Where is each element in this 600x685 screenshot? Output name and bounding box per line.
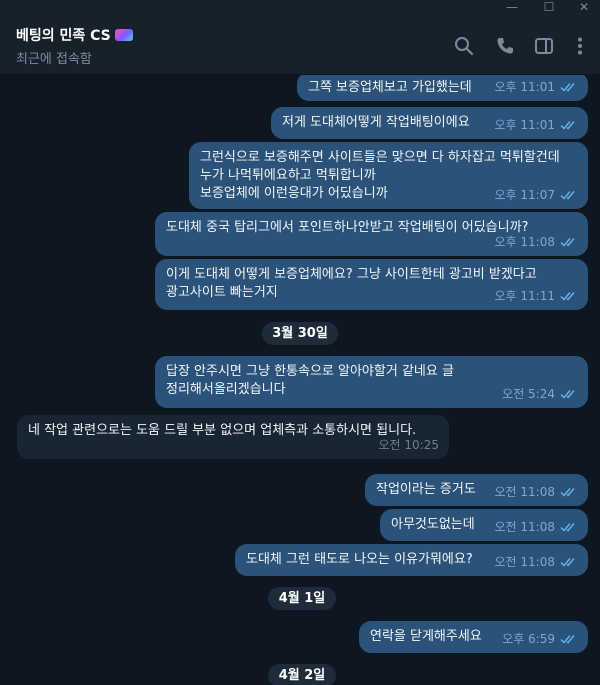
double-check-icon bbox=[560, 83, 575, 92]
message-bubble[interactable]: 도대체 중국 탑리그에서 포인트하나안받고 작업배팅이 어딨습니까? 오후 11… bbox=[155, 212, 588, 256]
message-time: 오후 11:01 bbox=[494, 80, 555, 94]
message-meta: 오후 11:11 bbox=[495, 287, 578, 305]
double-check-icon bbox=[560, 121, 575, 130]
message-meta: 오전 5:24 bbox=[502, 385, 578, 403]
double-check-icon bbox=[560, 238, 575, 247]
message-meta: 오전 10:25 bbox=[379, 436, 439, 454]
message-bubble[interactable]: 도대체 그런 태도로 나오는 이유가뭐에요? 오전 11:08 bbox=[235, 544, 588, 576]
message-text: 네 작업 관련으로는 도움 드릴 부분 없으며 업체측과 소통하시면 됩니다. bbox=[28, 423, 417, 438]
double-check-icon bbox=[560, 191, 575, 200]
message-bubble[interactable]: 네 작업 관련으로는 도움 드릴 부분 없으며 업체측과 소통하시면 됩니다. … bbox=[17, 415, 449, 459]
window-titlebar: — ☐ ✕ bbox=[0, 0, 600, 16]
message-time: 오후 11:01 bbox=[494, 118, 555, 132]
search-icon[interactable] bbox=[453, 35, 475, 57]
double-check-icon bbox=[560, 523, 575, 532]
chat-title[interactable]: 베팅의 민족 CS bbox=[16, 25, 133, 45]
message-time: 오전 11:08 bbox=[494, 520, 555, 534]
chat-status: 최근에 접속함 bbox=[16, 52, 92, 67]
double-check-icon bbox=[560, 635, 575, 644]
phone-icon[interactable] bbox=[494, 35, 516, 57]
chat-title-text: 베팅의 민족 CS bbox=[16, 28, 111, 44]
close-window-button[interactable]: ✕ bbox=[570, 0, 598, 16]
message-list[interactable]: 그쪽 보증업체보고 가입했는데 오후 11:01 저게 도대체어떻게 작업배팅이… bbox=[0, 75, 600, 685]
double-check-icon bbox=[560, 292, 575, 301]
message-bubble[interactable]: 저게 도대체어떻게 작업배팅이에요 오후 11:01 bbox=[271, 107, 588, 139]
message-time: 오전 10:25 bbox=[378, 438, 439, 452]
message-meta: 오전 11:08 bbox=[495, 518, 578, 536]
message-time: 오후 11:08 bbox=[494, 235, 555, 249]
message-bubble[interactable]: 그쪽 보증업체보고 가입했는데 오후 11:01 bbox=[297, 75, 588, 101]
message-meta: 오후 11:08 bbox=[495, 233, 578, 251]
message-time: 오전 5:24 bbox=[502, 387, 555, 401]
message-bubble[interactable]: 답장 안주시면 그냥 한통속으로 알아야할거 같네요 글 정리해서올리겠습니다 … bbox=[155, 356, 588, 408]
message-bubble[interactable]: 그런식으로 보증해주면 사이트들은 맞으면 다 하자잡고 먹튀할건데 누가 나먹… bbox=[189, 142, 588, 209]
message-time: 오후 11:11 bbox=[494, 289, 555, 303]
double-check-icon bbox=[560, 488, 575, 497]
message-time: 오전 11:08 bbox=[494, 485, 555, 499]
message-bubble[interactable]: 아무것도없는데 오전 11:08 bbox=[380, 509, 588, 541]
message-time: 오후 11:07 bbox=[494, 188, 555, 202]
date-separator: 4월 2일 bbox=[268, 664, 336, 685]
chat-header: 베팅의 민족 CS 최근에 접속함 bbox=[0, 16, 600, 75]
message-meta: 오후 11:07 bbox=[495, 186, 578, 204]
message-bubble[interactable]: 작업이라는 증거도 오전 11:08 bbox=[365, 474, 588, 506]
message-meta: 오전 11:08 bbox=[495, 483, 578, 501]
double-check-icon bbox=[560, 390, 575, 399]
message-bubble[interactable]: 이게 도대체 어떻게 보증업체에요? 그냥 사이트한테 광고비 받겠다고 광고사… bbox=[155, 259, 588, 310]
message-meta: 오후 6:59 bbox=[502, 630, 578, 648]
date-separator: 3월 30일 bbox=[262, 322, 338, 345]
maximize-button[interactable]: ☐ bbox=[535, 0, 563, 16]
date-separator: 4월 1일 bbox=[268, 587, 336, 610]
more-icon[interactable] bbox=[569, 35, 591, 57]
message-time: 오후 6:59 bbox=[502, 632, 555, 646]
sidebar-icon[interactable] bbox=[533, 35, 555, 57]
minimize-button[interactable]: — bbox=[498, 0, 526, 16]
message-meta: 오후 11:01 bbox=[495, 116, 578, 134]
message-bubble[interactable]: 연락을 닫게해주세요 오후 6:59 bbox=[359, 621, 588, 653]
message-meta: 오전 11:08 bbox=[495, 553, 578, 571]
double-check-icon bbox=[560, 558, 575, 567]
message-time: 오전 11:08 bbox=[494, 555, 555, 569]
title-emoji-icon bbox=[114, 29, 133, 41]
message-meta: 오후 11:01 bbox=[495, 78, 578, 96]
